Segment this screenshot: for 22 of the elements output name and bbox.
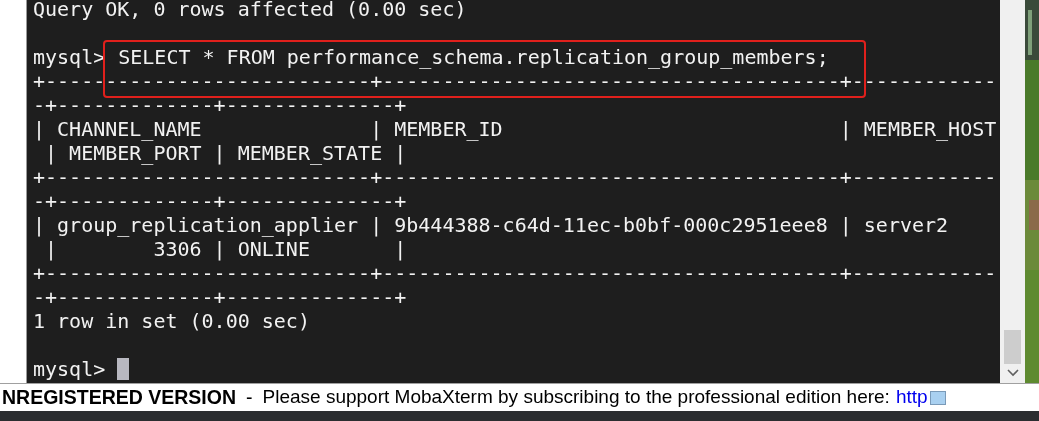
prompt-text: mysql> bbox=[33, 45, 106, 69]
terminal-output-line: +---------------------------+--------------------------------------+------------ bbox=[33, 165, 997, 189]
terminal-output-line: | group_replication_applier | 9b444388-c64d-11ec-b0bf-000c2951eee8 | server2 bbox=[33, 213, 949, 237]
prompt-text: mysql> bbox=[33, 357, 106, 381]
banner-title: NREGISTERED VERSION bbox=[2, 384, 237, 410]
banner-square-icon[interactable] bbox=[929, 390, 946, 405]
terminal-output-line: 1 row in set (0.00 sec) bbox=[33, 309, 310, 333]
scrollbar-thumb[interactable] bbox=[1004, 330, 1021, 364]
scrollbar[interactable] bbox=[1000, 0, 1025, 383]
banner-message: Please support MobaXterm by subscribing to the professional edition here: bbox=[262, 385, 890, 410]
terminal-output-line: -+-------------+--------------+ bbox=[33, 285, 407, 309]
terminal-output-line: +---------------------------+--------------------------------------+------------ bbox=[33, 261, 997, 285]
banner-link[interactable]: http bbox=[895, 384, 928, 411]
terminal-output-line: -+-------------+--------------+ bbox=[33, 189, 407, 213]
terminal-output-line: | MEMBER_PORT | MEMBER_STATE | bbox=[44, 141, 407, 165]
terminal-output-line: | 3306 | ONLINE | bbox=[44, 237, 407, 261]
terminal-output-line: | CHANNEL_NAME | MEMBER_ID | MEMBER_HOST bbox=[33, 117, 997, 141]
chevron-down-icon[interactable] bbox=[1006, 369, 1019, 377]
sql-command: SELECT * FROM performance_schema.replication_group_members; bbox=[118, 45, 829, 69]
terminal-output-line: Query OK, 0 rows affected (0.00 sec) bbox=[33, 0, 467, 21]
terminal-output-line: -+-------------+--------------+ bbox=[33, 93, 407, 117]
banner-separator: - bbox=[246, 384, 253, 410]
